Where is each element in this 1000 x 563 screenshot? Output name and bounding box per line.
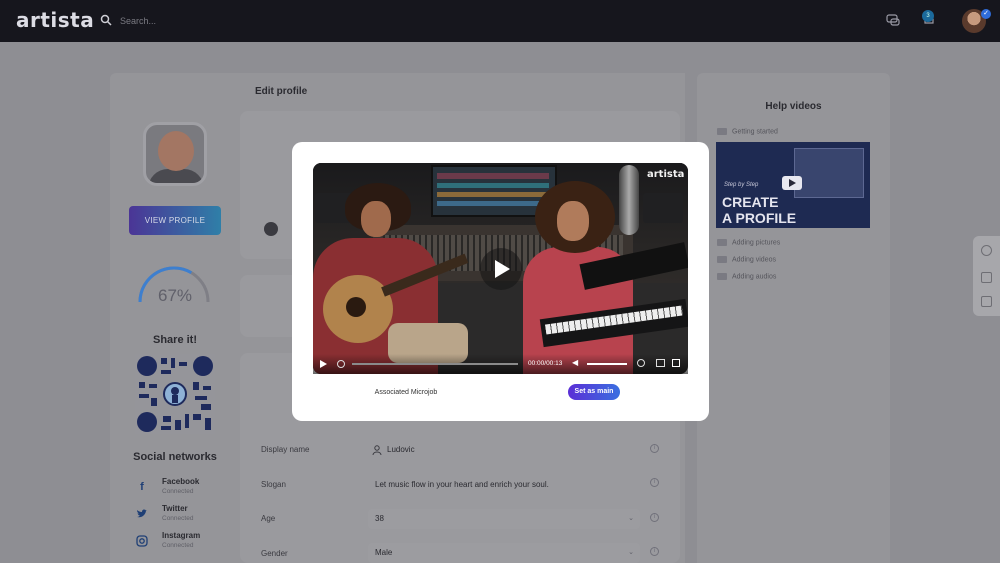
side-toolbar	[973, 236, 1000, 316]
view-profile-button[interactable]: VIEW PROFILE	[129, 206, 221, 235]
social-item-facebook[interactable]: f Facebook Connected	[134, 477, 234, 501]
display-name-field[interactable]: Ludovic	[368, 440, 640, 460]
notification-badge: 3	[922, 10, 934, 22]
gender-label: Gender	[261, 549, 288, 558]
help-videos-title: Help videos	[765, 101, 822, 112]
info-icon: i	[650, 478, 659, 487]
associated-microjob-button[interactable]: Associated Microjob	[365, 385, 447, 400]
gender-select[interactable]: Male ⌄	[368, 543, 640, 563]
chevron-down-icon: ⌄	[628, 515, 634, 522]
add-media-icon[interactable]	[264, 222, 278, 236]
tag-icon[interactable]	[981, 245, 992, 256]
slogan-field[interactable]: Let music flow in your heart and enrich …	[368, 475, 640, 495]
help-video-thumbnail[interactable]: Step by Step CREATE A PROFILE	[716, 142, 870, 228]
video-icon	[717, 256, 727, 263]
seek-bar[interactable]	[352, 363, 518, 365]
display-name-label: Display name	[261, 445, 310, 454]
control-play-icon[interactable]	[320, 360, 327, 368]
picture-in-picture-icon[interactable]	[656, 359, 665, 367]
chevron-down-icon: ⌄	[628, 549, 634, 556]
social-item-instagram[interactable]: Instagram Connected	[134, 531, 234, 555]
share-title: Share it!	[152, 334, 197, 346]
video-time: 00:00/00:13	[528, 360, 563, 367]
twitter-icon	[137, 509, 147, 518]
download-icon[interactable]	[981, 272, 992, 283]
help-item-getting-started[interactable]: Getting started	[717, 128, 778, 135]
profile-completion-value: 67%	[157, 286, 193, 305]
video-icon	[717, 239, 727, 246]
play-icon	[495, 260, 510, 278]
info-icon: i	[650, 547, 659, 556]
app-logo[interactable]: artista	[16, 8, 94, 32]
verified-badge-icon: ✓	[981, 9, 991, 19]
image-icon[interactable]	[981, 296, 992, 307]
social-networks-title: Social networks	[133, 451, 217, 463]
volume-icon[interactable]: ◀	[572, 359, 580, 367]
profile-photo	[143, 122, 207, 186]
user-icon	[372, 445, 382, 455]
search-icon	[100, 14, 112, 26]
speed-icon[interactable]	[637, 359, 645, 367]
video-watermark-logo: artista	[647, 169, 685, 180]
age-label: Age	[261, 514, 276, 523]
instagram-icon	[136, 535, 148, 547]
search-input[interactable]	[120, 13, 320, 29]
set-as-main-button[interactable]: Set as main	[568, 384, 620, 400]
replay-icon[interactable]	[337, 360, 345, 368]
slogan-label: Slogan	[261, 480, 286, 489]
facebook-icon: f	[140, 481, 144, 493]
info-icon: i	[650, 513, 659, 522]
qr-code[interactable]	[135, 354, 215, 434]
page-title: Edit profile	[255, 86, 308, 97]
chat-icon[interactable]	[885, 12, 901, 28]
age-select[interactable]: 38 ⌄	[368, 509, 640, 529]
help-item-adding-videos[interactable]: Adding videos	[717, 256, 776, 263]
video-icon	[717, 273, 727, 280]
info-icon: i	[650, 444, 659, 453]
help-item-adding-audios[interactable]: Adding audios	[717, 273, 776, 280]
volume-slider[interactable]	[587, 363, 627, 365]
fullscreen-icon[interactable]	[672, 359, 680, 367]
video-icon	[717, 128, 727, 135]
help-item-adding-pictures[interactable]: Adding pictures	[717, 239, 780, 246]
social-item-twitter[interactable]: Twitter Connected	[134, 504, 234, 528]
